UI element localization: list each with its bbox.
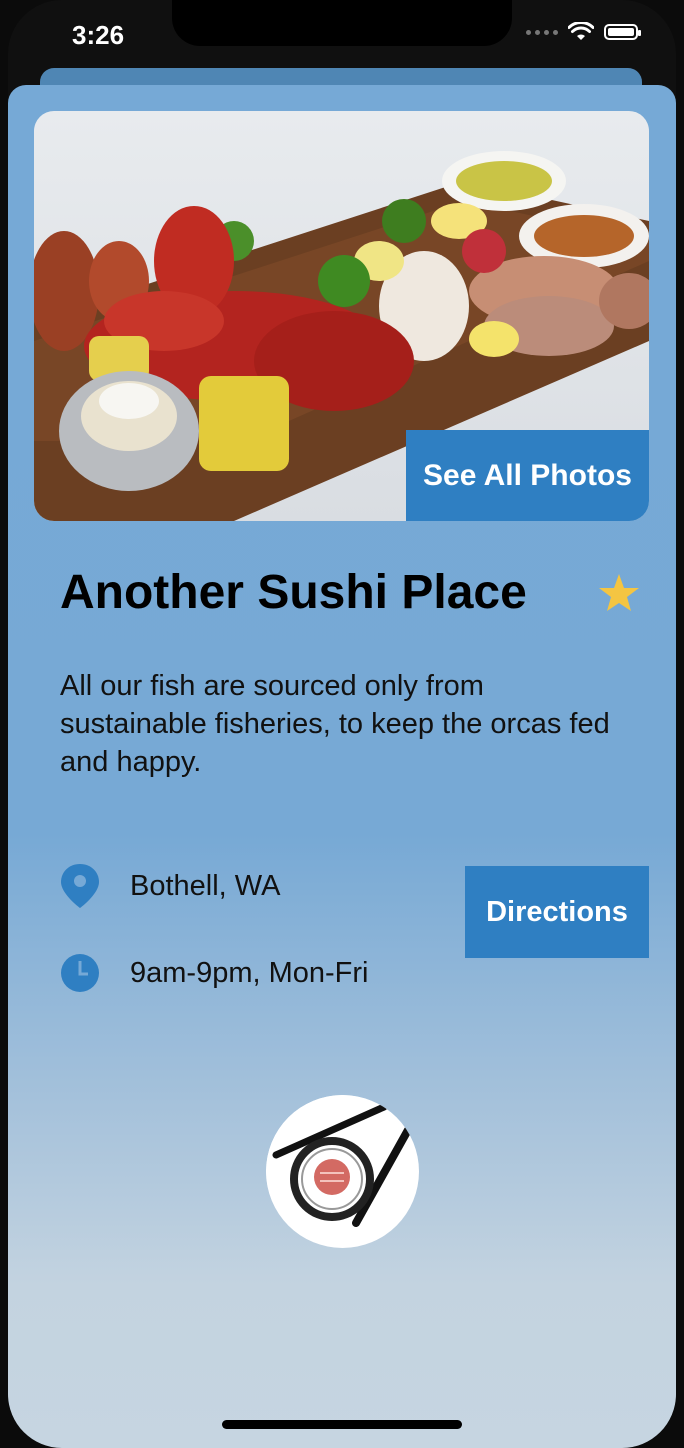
location-text: Bothell, WA bbox=[130, 869, 281, 902]
status-icons bbox=[526, 22, 641, 42]
clock-icon bbox=[61, 954, 99, 992]
location-pin-icon bbox=[61, 864, 99, 908]
home-indicator[interactable] bbox=[222, 1420, 462, 1429]
star-icon[interactable] bbox=[598, 573, 640, 613]
wifi-icon bbox=[568, 22, 594, 40]
restaurant-card: See All Photos Another Sushi Place All o… bbox=[8, 85, 676, 1448]
location-row: Bothell, WA bbox=[60, 863, 280, 909]
status-time: 3:26 bbox=[72, 20, 125, 50]
sushi-chopsticks-logo bbox=[266, 1095, 419, 1248]
hours-row: 9am-9pm, Mon-Fri bbox=[60, 953, 369, 993]
see-all-photos-button[interactable]: See All Photos bbox=[406, 430, 649, 521]
status-bar: 3:26 bbox=[0, 0, 684, 70]
directions-button[interactable]: Directions bbox=[465, 866, 649, 958]
notch bbox=[172, 0, 512, 46]
restaurant-photo: See All Photos bbox=[34, 111, 649, 521]
signal-icon bbox=[526, 29, 558, 35]
battery-icon bbox=[604, 24, 641, 40]
phone-frame: 3:26 See All Photos Another Sushi Place … bbox=[0, 0, 684, 1448]
restaurant-title: Another Sushi Place bbox=[60, 566, 527, 619]
restaurant-description: All our fish are sourced only from susta… bbox=[60, 670, 610, 778]
hours-text: 9am-9pm, Mon-Fri bbox=[130, 956, 369, 989]
